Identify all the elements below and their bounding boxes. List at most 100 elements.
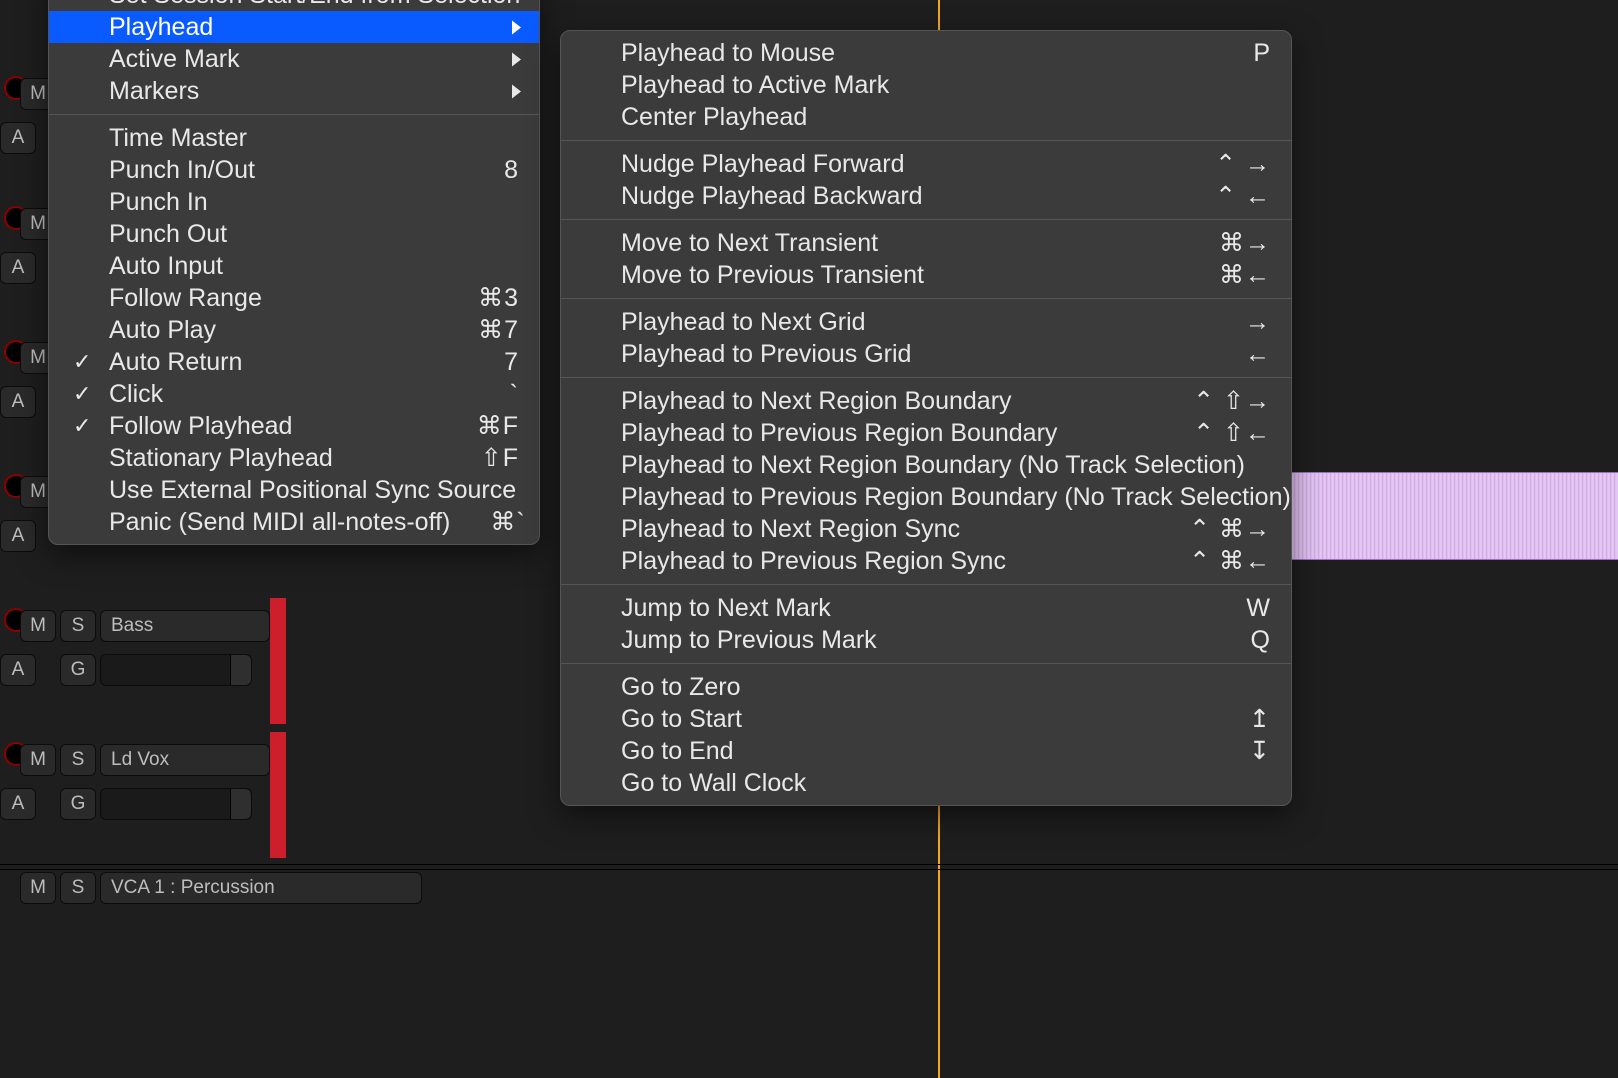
menu-label: Go to Wall Clock xyxy=(621,769,1271,798)
submenu-arrow-icon xyxy=(512,77,521,106)
menu-item-previous-region-sync[interactable]: Playhead to Previous Region Sync ⌃ ⌘← xyxy=(561,545,1291,577)
menu-label: Stationary Playhead xyxy=(109,444,441,473)
menu-item-jump-previous-mark[interactable]: Jump to Previous Mark Q xyxy=(561,624,1291,656)
menu-label: Nudge Playhead Backward xyxy=(621,182,1175,211)
menu-label: Center Playhead xyxy=(621,103,1271,132)
menu-shortcut: ← xyxy=(1245,340,1271,369)
menu-item-punch-in-out[interactable]: Punch In/Out 8 xyxy=(49,154,539,186)
fader[interactable] xyxy=(100,654,252,686)
track-name-bass[interactable]: Bass xyxy=(100,610,270,642)
menu-shortcut: P xyxy=(1253,39,1271,68)
menu-item-playhead-to-active-mark[interactable]: Playhead to Active Mark xyxy=(561,69,1291,101)
menu-label: Follow Playhead xyxy=(109,412,437,441)
menu-label: Active Mark xyxy=(109,45,519,74)
menu-separator xyxy=(49,114,539,115)
submenu-arrow-icon xyxy=(512,45,521,74)
menu-item-auto-input[interactable]: Auto Input xyxy=(49,250,539,282)
menu-shortcut: ⌃ → xyxy=(1215,149,1271,179)
fader[interactable] xyxy=(100,788,252,820)
menu-item-punch-out[interactable]: Punch Out xyxy=(49,218,539,250)
menu-item-markers[interactable]: Markers xyxy=(49,75,539,107)
track-name-vca1[interactable]: VCA 1 : Percussion xyxy=(100,872,422,904)
menu-item-auto-play[interactable]: Auto Play ⌘7 xyxy=(49,314,539,346)
menu-item-jump-next-mark[interactable]: Jump to Next Mark W xyxy=(561,592,1291,624)
menu-item-follow-range[interactable]: Follow Range ⌘3 xyxy=(49,282,539,314)
audio-clip[interactable] xyxy=(1290,472,1618,560)
menu-item-next-grid[interactable]: Playhead to Next Grid → xyxy=(561,306,1291,338)
menu-item-go-to-wall-clock[interactable]: Go to Wall Clock xyxy=(561,767,1291,799)
menu-item-set-session[interactable]: Set Session Start/End from Selection xyxy=(49,0,539,11)
menu-item-time-master[interactable]: Time Master xyxy=(49,122,539,154)
automation-button[interactable]: A xyxy=(0,788,36,820)
automation-button[interactable]: A xyxy=(0,252,36,284)
menu-shortcut: 8 xyxy=(504,156,519,185)
menu-separator xyxy=(561,140,1291,141)
menu-item-previous-grid[interactable]: Playhead to Previous Grid ← xyxy=(561,338,1291,370)
menu-label: Time Master xyxy=(109,124,519,153)
automation-button[interactable]: A xyxy=(0,520,36,552)
menu-item-panic[interactable]: Panic (Send MIDI all-notes-off) ⌘` xyxy=(49,506,539,538)
menu-shortcut: W xyxy=(1246,594,1271,623)
menu-shortcut: Q xyxy=(1251,626,1271,655)
menu-item-next-region-boundary[interactable]: Playhead to Next Region Boundary ⌃ ⇧→ xyxy=(561,385,1291,417)
menu-item-next-region-sync[interactable]: Playhead to Next Region Sync ⌃ ⌘→ xyxy=(561,513,1291,545)
track-marker xyxy=(270,598,286,724)
menu-item-auto-return[interactable]: ✓ Auto Return 7 xyxy=(49,346,539,378)
menu-label: Playhead to Next Region Boundary (No Tra… xyxy=(621,451,1271,480)
menu-item-playhead-to-mouse[interactable]: Playhead to Mouse P xyxy=(561,37,1291,69)
menu-label: Auto Input xyxy=(109,252,519,281)
menu-label: Playhead to Next Region Sync xyxy=(621,515,1149,544)
menu-item-click[interactable]: ✓ Click ` xyxy=(49,378,539,410)
menu-item-go-to-start[interactable]: Go to Start ↥ xyxy=(561,703,1291,735)
menu-shortcut: ⌃ ⌘→ xyxy=(1189,514,1271,544)
menu-shortcut: ⌃ ⇧→ xyxy=(1193,386,1271,416)
menu-shortcut: → xyxy=(1245,308,1271,337)
menu-item-go-to-end[interactable]: Go to End ↧ xyxy=(561,735,1291,767)
check-icon: ✓ xyxy=(73,381,91,407)
menu-separator xyxy=(561,584,1291,585)
menu-item-playhead[interactable]: Playhead xyxy=(49,11,539,43)
menu-separator xyxy=(561,663,1291,664)
menu-item-nudge-backward[interactable]: Nudge Playhead Backward ⌃ ← xyxy=(561,180,1291,212)
automation-button[interactable]: A xyxy=(0,654,36,686)
menu-shortcut: ↥ xyxy=(1249,704,1271,734)
mute-button[interactable]: M xyxy=(20,610,56,642)
menu-label: Nudge Playhead Forward xyxy=(621,150,1175,179)
menu-label: Playhead to Previous Grid xyxy=(621,340,1205,369)
menu-label: Set Session Start/End from Selection xyxy=(109,0,520,10)
menu-item-previous-region-boundary[interactable]: Playhead to Previous Region Boundary ⌃ ⇧… xyxy=(561,417,1291,449)
mute-button[interactable]: M xyxy=(20,744,56,776)
menu-label: Playhead to Mouse xyxy=(621,39,1213,68)
menu-label: Playhead to Previous Region Boundary xyxy=(621,419,1153,448)
menu-item-punch-in[interactable]: Punch In xyxy=(49,186,539,218)
track-marker xyxy=(270,732,286,858)
check-icon: ✓ xyxy=(73,349,91,375)
menu-item-next-transient[interactable]: Move to Next Transient ⌘→ xyxy=(561,227,1291,259)
transport-menu: Set Session Start/End from Selection Pla… xyxy=(48,0,540,545)
menu-item-active-mark[interactable]: Active Mark xyxy=(49,43,539,75)
menu-item-go-to-zero[interactable]: Go to Zero xyxy=(561,671,1291,703)
track-name-ldvox[interactable]: Ld Vox xyxy=(100,744,270,776)
menu-item-previous-transient[interactable]: Move to Previous Transient ⌘← xyxy=(561,259,1291,291)
menu-label: Go to Start xyxy=(621,705,1209,734)
automation-button[interactable]: A xyxy=(0,386,36,418)
automation-button[interactable]: A xyxy=(0,122,36,154)
menu-item-external-sync[interactable]: Use External Positional Sync Source ⌃ ` xyxy=(49,474,539,506)
menu-item-previous-region-boundary-nt[interactable]: Playhead to Previous Region Boundary (No… xyxy=(561,481,1291,513)
group-button[interactable]: G xyxy=(60,654,96,686)
solo-button[interactable]: S xyxy=(60,744,96,776)
group-button[interactable]: G xyxy=(60,788,96,820)
solo-button[interactable]: S xyxy=(60,610,96,642)
menu-label: Move to Previous Transient xyxy=(621,261,1179,290)
menu-separator xyxy=(561,377,1291,378)
menu-item-center-playhead[interactable]: Center Playhead xyxy=(561,101,1291,133)
menu-item-next-region-boundary-nt[interactable]: Playhead to Next Region Boundary (No Tra… xyxy=(561,449,1291,481)
solo-button[interactable]: S xyxy=(60,872,96,904)
menu-label: Panic (Send MIDI all-notes-off) xyxy=(109,508,450,537)
menu-item-nudge-forward[interactable]: Nudge Playhead Forward ⌃ → xyxy=(561,148,1291,180)
menu-label: Playhead to Previous Region Boundary (No… xyxy=(621,483,1291,512)
mute-button[interactable]: M xyxy=(20,872,56,904)
menu-label: Punch In xyxy=(109,188,519,217)
menu-item-follow-playhead[interactable]: ✓ Follow Playhead ⌘F xyxy=(49,410,539,442)
menu-item-stationary-playhead[interactable]: Stationary Playhead ⇧F xyxy=(49,442,539,474)
